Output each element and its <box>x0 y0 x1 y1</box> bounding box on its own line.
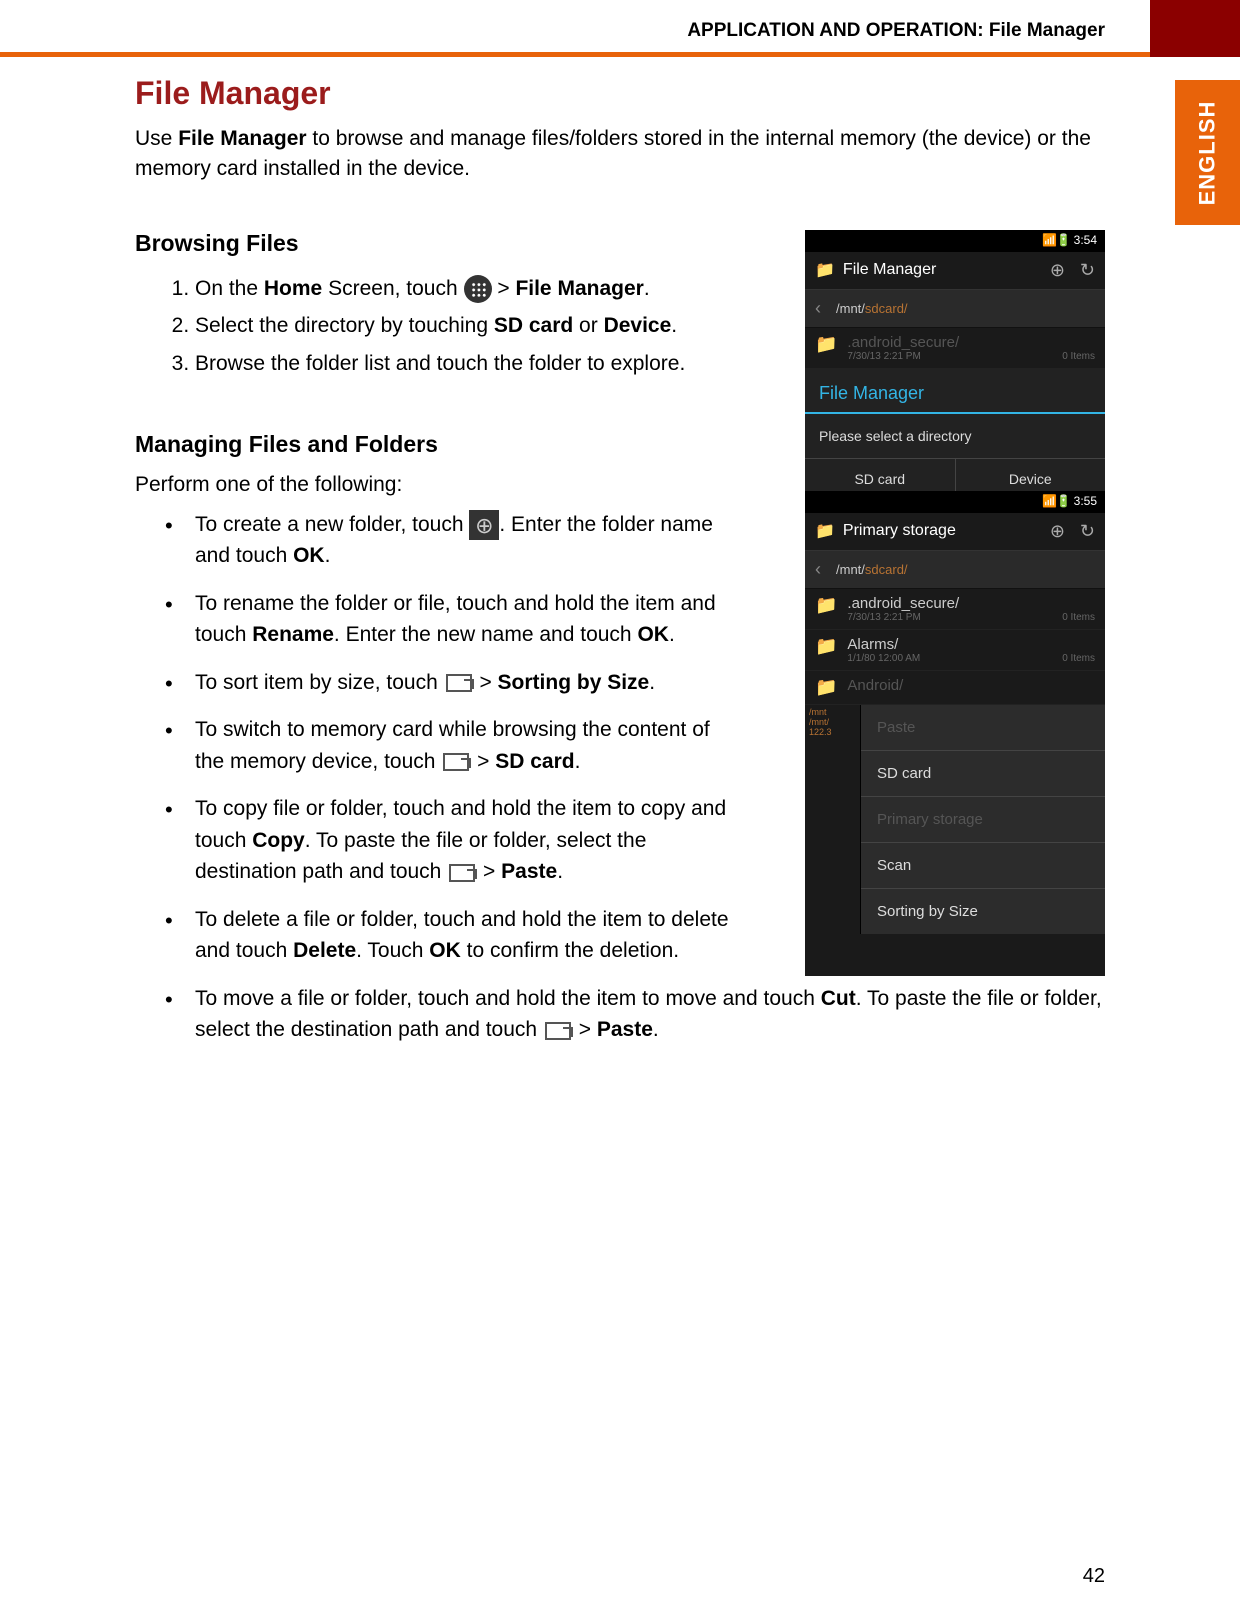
menu-icon <box>444 672 474 694</box>
folder-icon: 📁 <box>815 636 837 664</box>
menu-primary-storage[interactable]: Primary storage <box>861 797 1105 843</box>
corner-block <box>1150 0 1240 57</box>
menu-sorting[interactable]: Sorting by Size <box>861 889 1105 934</box>
status-time: 3:54 <box>1074 233 1097 247</box>
folder-icon: 📁 <box>815 677 837 698</box>
folder-icon: 📁 <box>815 521 835 541</box>
folder-row[interactable]: 📁 .android_secure/ 7/30/13 2:21 PM0 Item… <box>805 328 1105 369</box>
folder-icon: 📁 <box>815 595 837 623</box>
plus-icon <box>469 510 499 540</box>
folder-icon: 📁 <box>815 260 835 280</box>
managing-list: To create a new folder, touch . Enter th… <box>135 509 735 967</box>
item-rename: To rename the folder or file, touch and … <box>165 588 735 651</box>
status-icons: 📶🔋 <box>1042 233 1070 247</box>
add-icon[interactable]: ⊕ <box>1050 260 1065 281</box>
header-breadcrumb: APPLICATION AND OPERATION: File Manager <box>0 20 1240 50</box>
language-tab: ENGLISH <box>1175 80 1240 225</box>
header-divider <box>0 52 1240 57</box>
menu-icon <box>543 1020 573 1042</box>
item-copy: To copy file or folder, touch and hold t… <box>165 793 735 888</box>
app-title: File Manager <box>843 261 936 279</box>
path-bar[interactable]: ‹ /mnt/sdcard/ <box>805 551 1105 589</box>
status-icons: 📶🔋 <box>1042 494 1070 508</box>
path-bar[interactable]: ‹ /mnt/sdcard/ <box>805 290 1105 328</box>
status-bar: 📶🔋 3:54 <box>805 230 1105 252</box>
add-icon[interactable]: ⊕ <box>1050 521 1065 542</box>
app-titlebar: 📁 Primary storage ⊕ ↻ <box>805 513 1105 551</box>
managing-section: Managing Files and Folders Perform one o… <box>135 431 1105 1046</box>
apps-icon <box>464 275 492 303</box>
overflow-menu: Paste SD card Primary storage Scan Sorti… <box>860 705 1105 934</box>
menu-paste[interactable]: Paste <box>861 705 1105 751</box>
browsing-section: Browsing Files On the Home Screen, touch… <box>135 230 1105 381</box>
folder-row[interactable]: 📁 Android/ <box>805 671 1105 705</box>
page-title: File Manager <box>135 75 1105 112</box>
item-switch-sd: To switch to memory card while browsing … <box>165 714 735 777</box>
back-icon[interactable]: ‹ <box>815 298 821 319</box>
back-icon[interactable]: ‹ <box>815 559 821 580</box>
menu-icon <box>441 751 471 773</box>
screenshot-managing: 📶🔋 3:55 📁 Primary storage ⊕ ↻ ‹ /mnt/sdc… <box>805 491 1105 976</box>
intro-paragraph: Use File Manager to browse and manage fi… <box>135 124 1105 185</box>
step-3: Browse the folder list and touch the fol… <box>195 347 735 381</box>
page-number: 42 <box>1083 1565 1105 1588</box>
refresh-icon[interactable]: ↻ <box>1080 521 1095 542</box>
menu-icon <box>447 862 477 884</box>
step-1: On the Home Screen, touch > File Manager… <box>195 272 735 306</box>
language-label: ENGLISH <box>1195 100 1221 205</box>
refresh-icon[interactable]: ↻ <box>1080 260 1095 281</box>
folder-row[interactable]: 📁 .android_secure/ 7/30/13 2:21 PM0 Item… <box>805 589 1105 630</box>
main-content: File Manager Use File Manager to browse … <box>135 75 1105 1062</box>
folder-icon: 📁 <box>815 334 837 362</box>
dialog-title: File Manager <box>805 369 1105 414</box>
step-2: Select the directory by touching SD card… <box>195 309 735 343</box>
item-new-folder: To create a new folder, touch . Enter th… <box>165 509 735 572</box>
menu-sd-card[interactable]: SD card <box>861 751 1105 797</box>
app-title: Primary storage <box>843 522 956 540</box>
managing-heading: Managing Files and Folders <box>135 431 1105 458</box>
item-move: To move a file or folder, touch and hold… <box>165 983 1115 1046</box>
browsing-steps: On the Home Screen, touch > File Manager… <box>135 272 735 381</box>
status-bar: 📶🔋 3:55 <box>805 491 1105 513</box>
menu-scan[interactable]: Scan <box>861 843 1105 889</box>
item-sort: To sort item by size, touch > Sorting by… <box>165 667 735 699</box>
item-delete: To delete a file or folder, touch and ho… <box>165 904 735 967</box>
folder-row[interactable]: 📁 Alarms/ 1/1/80 12:00 AM0 Items <box>805 630 1105 671</box>
status-time: 3:55 <box>1074 494 1097 508</box>
managing-list-wide: To move a file or folder, touch and hold… <box>135 983 1115 1046</box>
app-titlebar: 📁 File Manager ⊕ ↻ <box>805 252 1105 290</box>
